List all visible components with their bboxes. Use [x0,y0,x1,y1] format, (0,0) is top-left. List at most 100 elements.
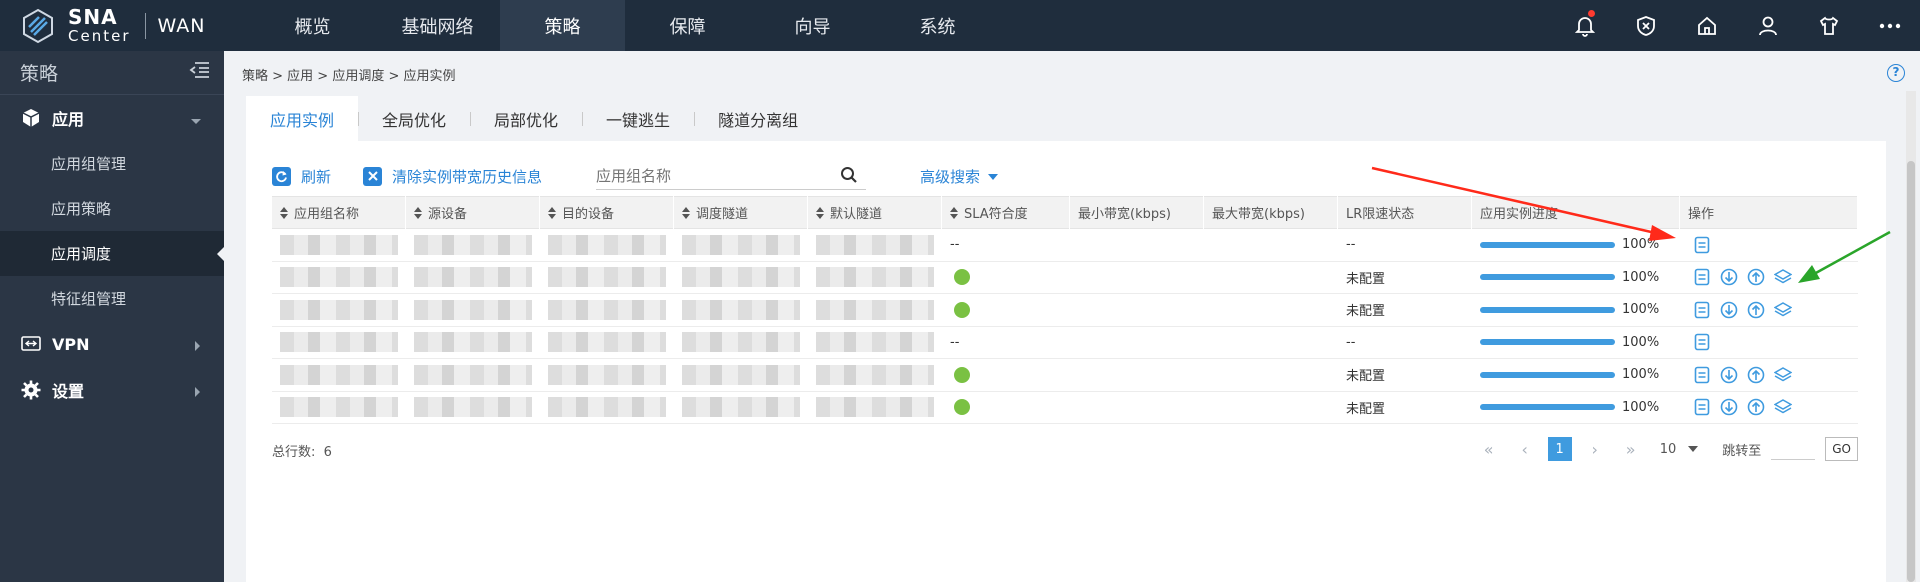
sla-ok-indicator [954,269,970,286]
column-header[interactable]: 目的设备 [540,196,674,229]
layers-icon[interactable] [1769,396,1796,418]
upload-icon[interactable] [1742,396,1769,418]
redacted-cell [272,294,406,326]
redacted-cell [406,359,540,391]
download-icon[interactable] [1715,364,1742,386]
sidebar-item-app-group[interactable]: 应用组管理 [0,141,224,186]
clear-history-button[interactable]: 清除实例带宽历史信息 [363,166,542,187]
table-row[interactable]: 未配置 100% [272,261,1858,294]
sidebar-group-app[interactable]: 应用 [0,95,224,141]
advanced-search-label: 高级搜索 [920,168,981,186]
tab-local-optimization[interactable]: 局部优化 [470,96,582,141]
table-row[interactable]: 未配置 100% [272,391,1858,424]
prev-page-button[interactable]: ‹ [1512,437,1538,461]
nav-wizard[interactable]: 向导 [750,0,875,51]
layers-icon[interactable] [1769,266,1796,288]
nav-policy[interactable]: 策略 [500,0,625,51]
detail-icon[interactable] [1688,364,1715,386]
user-icon[interactable] [1737,0,1798,51]
sort-icon [950,206,958,219]
column-header[interactable]: 应用组名称 [272,196,406,229]
layers-icon[interactable] [1769,364,1796,386]
redacted-blur [548,234,666,255]
sidebar-group-settings[interactable]: 设置 [0,367,224,413]
redacted-blur [682,397,800,418]
redacted-cell [540,359,674,391]
lr-status-value: 未配置 [1346,369,1386,385]
bell-icon[interactable] [1554,0,1615,51]
page-size-select[interactable]: 10 [1660,442,1699,457]
tab-app-instance[interactable]: 应用实例 [246,96,359,141]
instance-table: 应用组名称 源设备 目的设备 调度隧道 默认隧道 SLA符合度 最小带宽(kbp… [272,196,1858,424]
search-icon[interactable] [840,166,858,188]
jump-page-input[interactable] [1771,438,1816,460]
max-bandwidth-cell [1204,326,1338,358]
sidebar-item-app-policy[interactable]: 应用策略 [0,186,224,231]
operations-cell [1680,261,1858,293]
column-header[interactable]: SLA符合度 [942,196,1070,229]
advanced-search-button[interactable]: 高级搜索 [920,166,999,187]
search-input[interactable] [596,166,826,185]
progress-bar [1480,404,1615,411]
table-row[interactable]: -- -- 100% [272,326,1858,359]
next-page-button[interactable]: › [1582,437,1608,461]
help-icon[interactable]: ? [1887,64,1905,82]
column-header[interactable]: 调度隧道 [674,196,808,229]
download-icon[interactable] [1715,299,1742,321]
shirt-icon[interactable] [1798,0,1859,51]
tab-tunnel-separation-group[interactable]: 隧道分离组 [694,96,822,141]
home-icon[interactable] [1676,0,1737,51]
download-icon[interactable] [1715,266,1742,288]
detail-icon[interactable] [1688,331,1715,353]
nav-basic-network[interactable]: 基础网络 [375,0,500,51]
detail-icon[interactable] [1688,266,1715,288]
search-box [596,162,866,190]
table-row[interactable]: 未配置 100% [272,294,1858,327]
detail-icon[interactable] [1688,299,1715,321]
nav-system[interactable]: 系统 [875,0,1000,51]
sidebar-item-feature-group[interactable]: 特征组管理 [0,276,224,321]
redacted-blur [816,332,934,353]
redacted-cell [406,391,540,423]
table-row[interactable]: -- -- 100% [272,229,1858,262]
upload-icon[interactable] [1742,299,1769,321]
nav-overview[interactable]: 概览 [250,0,375,51]
upload-icon[interactable] [1742,266,1769,288]
column-header[interactable]: 默认隧道 [808,196,942,229]
current-page[interactable]: 1 [1547,437,1572,461]
first-page-button[interactable]: « [1476,437,1502,461]
sidebar-item-app-scheduling[interactable]: 应用调度 [0,231,225,276]
brand-logo[interactable]: SNA Center WAN [0,0,230,51]
redacted-cell [674,229,808,261]
shield-icon[interactable] [1615,0,1676,51]
go-button[interactable]: GO [1825,437,1858,461]
collapse-sidebar-icon[interactable] [188,61,210,84]
sla-value: -- [950,334,960,350]
more-icon[interactable] [1859,0,1920,51]
sidebar-group-vpn[interactable]: VPN [0,321,224,367]
progress-bar [1480,339,1615,346]
tab-one-click-escape[interactable]: 一键逃生 [582,96,694,141]
table-row[interactable]: 未配置 100% [272,359,1858,392]
cube-icon [20,107,42,129]
tab-global-optimization[interactable]: 全局优化 [358,96,470,141]
main-content: 策略 > 应用 > 应用调度 > 应用实例 ? 应用实例 全局优化 局部优化 一… [224,51,1920,582]
min-bandwidth-cell [1070,326,1204,358]
refresh-button[interactable]: 刷新 [272,166,331,187]
redacted-cell [406,294,540,326]
redacted-blur [280,299,398,320]
column-header[interactable]: 源设备 [406,196,540,229]
detail-icon[interactable] [1688,396,1715,418]
sla-value: -- [950,237,960,253]
layers-icon[interactable] [1769,299,1796,321]
download-icon[interactable] [1715,396,1742,418]
progress-value: 100% [1622,302,1660,318]
nav-assurance[interactable]: 保障 [625,0,750,51]
scrollbar-thumb[interactable] [1907,161,1915,582]
last-page-button[interactable]: » [1618,437,1644,461]
detail-icon[interactable] [1688,234,1715,256]
tab-bar: 应用实例 全局优化 局部优化 一键逃生 隧道分离组 [246,96,1886,141]
upload-icon[interactable] [1742,364,1769,386]
redacted-cell [674,294,808,326]
redacted-blur [682,364,800,385]
